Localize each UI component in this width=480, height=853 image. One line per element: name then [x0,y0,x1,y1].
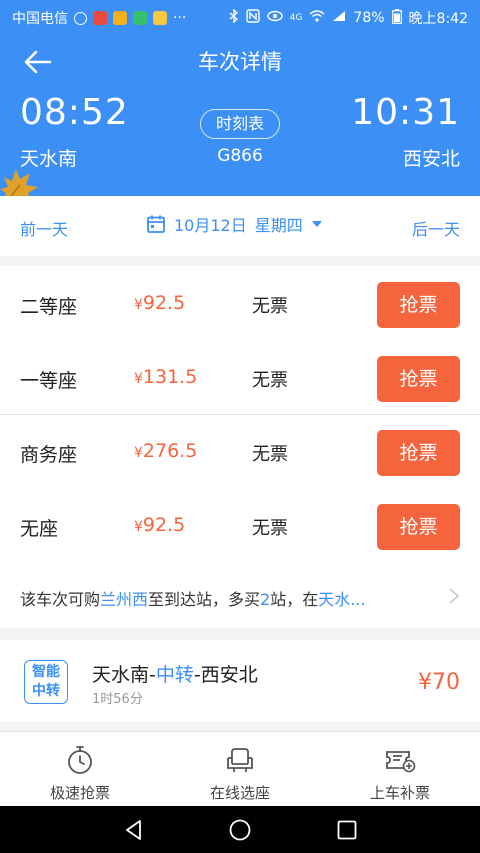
battery-label: 78% [353,10,385,26]
seat-price-value: 276.5 [142,440,198,462]
extend-station-tip[interactable]: 该车次可购兰州西至到达站，多买2站，在天水... [20,586,366,610]
bluetooth-icon [229,8,239,27]
seat-availability: 无票 [252,296,288,317]
arrival-station: 西安北 [402,148,460,170]
wifi-icon [309,10,325,26]
grab-ticket-button[interactable]: 抢票 [377,282,460,328]
battery-icon [391,8,402,28]
system-navigation-bar [0,806,480,853]
map-app-icon [93,11,107,25]
seat-row-business-class: 商务座 ¥276.5 无票 抢票 [0,414,480,488]
tab-online-seat[interactable]: 在线选座 [160,732,320,807]
browser-app-icon [113,11,127,25]
back-nav-icon[interactable] [122,818,146,842]
seat-price: ¥92.5 [134,514,185,536]
seat-price: ¥131.5 [134,366,197,388]
timetable-button[interactable]: 时刻表 [200,109,280,139]
eye-comfort-icon [267,10,283,26]
transfer-to: 西安北 [200,664,258,686]
grab-ticket-button[interactable]: 抢票 [377,356,460,402]
home-nav-icon[interactable] [228,818,252,842]
dropdown-arrow-icon [311,221,322,227]
seat-name: 商务座 [20,444,78,466]
weekday-label: 星期四 [254,216,303,235]
seat-availability: 无票 [252,444,288,465]
tab-onboard-ticket[interactable]: 上车补票 [320,732,480,807]
tab-label: 上车补票 [369,784,430,802]
train-header: 车次详情 08:52 10:31 时刻表 天水南 G866 西安北 [0,34,480,205]
previous-day-button[interactable]: 前一天 [20,216,68,240]
ticket-add-icon [386,751,416,773]
smart-transfer-card[interactable]: 智能 中转 天水南-中转-西安北 1时56分 ¥70 [0,640,480,722]
seat-price-value: 92.5 [142,514,186,536]
tip-text: 站，在 [270,590,319,609]
tab-label: 极速抢票 [49,784,110,802]
currency-symbol: ¥ [134,297,143,313]
seat-name: 一等座 [20,370,78,392]
transfer-via: 中转 [155,664,194,686]
recents-nav-icon[interactable] [335,818,359,842]
seat-price: ¥92.5 [134,292,185,314]
currency-symbol: ¥ [134,445,143,461]
seat-name: 二等座 [20,296,78,318]
seat-icon [227,748,253,772]
seat-price: ¥276.5 [134,440,197,462]
seat-price-value: 131.5 [142,366,198,388]
tip-text: 至到达站，多买 [148,590,261,609]
chevron-right-icon [449,588,460,604]
next-day-button[interactable]: 后一天 [412,216,460,240]
departure-time: 08:52 [20,92,129,133]
badge-line: 智能 [32,664,60,680]
nfc-icon [246,9,260,27]
star-app-icon [153,11,167,25]
notification-icon [74,11,87,25]
seat-name: 无座 [20,518,59,540]
transfer-from: 天水南 [92,664,150,686]
tab-fast-grab[interactable]: 极速抢票 [0,732,160,807]
grab-ticket-button[interactable]: 抢票 [377,504,460,550]
tab-label: 在线选座 [209,784,270,802]
seat-row-first-class: 一等座 ¥131.5 无票 抢票 [0,340,480,414]
transfer-duration: 1时56分 [92,692,143,707]
calendar-icon [147,215,165,233]
status-bar: 中国电信 ··· 4G 78% 晚上8:42 [0,0,480,34]
badge-line: 中转 [32,683,60,699]
page-title: 车次详情 [198,50,282,74]
signal-icon [332,10,346,26]
seat-availability: 无票 [252,370,288,391]
arrival-time: 10:31 [351,92,460,133]
stopwatch-icon [68,746,92,774]
seat-price-value: 92.5 [142,292,186,314]
seat-list: 二等座 ¥92.5 无票 抢票 一等座 ¥131.5 无票 抢票 商务座 ¥27… [0,266,480,628]
currency-symbol: ¥ [134,519,143,535]
network-type-label: 4G [289,13,303,23]
tip-text: 该车次可购 [20,590,101,609]
transfer-price: ¥70 [418,670,460,695]
transfer-route: 天水南-中转-西安北 [92,660,258,687]
carrier-label: 中国电信 [12,11,68,27]
currency-symbol: ¥ [134,371,143,387]
date-selector[interactable]: 10月12日 星期四 [146,212,323,236]
seat-row-second-class: 二等座 ¥92.5 无票 抢票 [0,266,480,340]
clock-label: 晚上8:42 [408,11,468,27]
date-label: 10月12日 [174,216,247,235]
smart-transfer-badge: 智能 中转 [24,660,68,704]
app-icon [133,11,147,25]
tip-tail: 天水... [318,590,366,609]
route-dash: - [193,664,201,686]
route-dash: - [149,664,156,686]
grab-ticket-button[interactable]: 抢票 [377,430,460,476]
tip-station: 兰州西 [100,590,149,609]
date-bar: 前一天 10月12日 星期四 后一天 [0,196,480,256]
more-notifications-icon: ··· [173,10,187,26]
bottom-action-bar: 极速抢票 在线选座 上车补票 [0,731,480,807]
seat-row-no-seat: 无座 ¥92.5 无票 抢票 [0,488,480,562]
seat-availability: 无票 [252,518,288,539]
tip-count: 2 [260,590,271,609]
